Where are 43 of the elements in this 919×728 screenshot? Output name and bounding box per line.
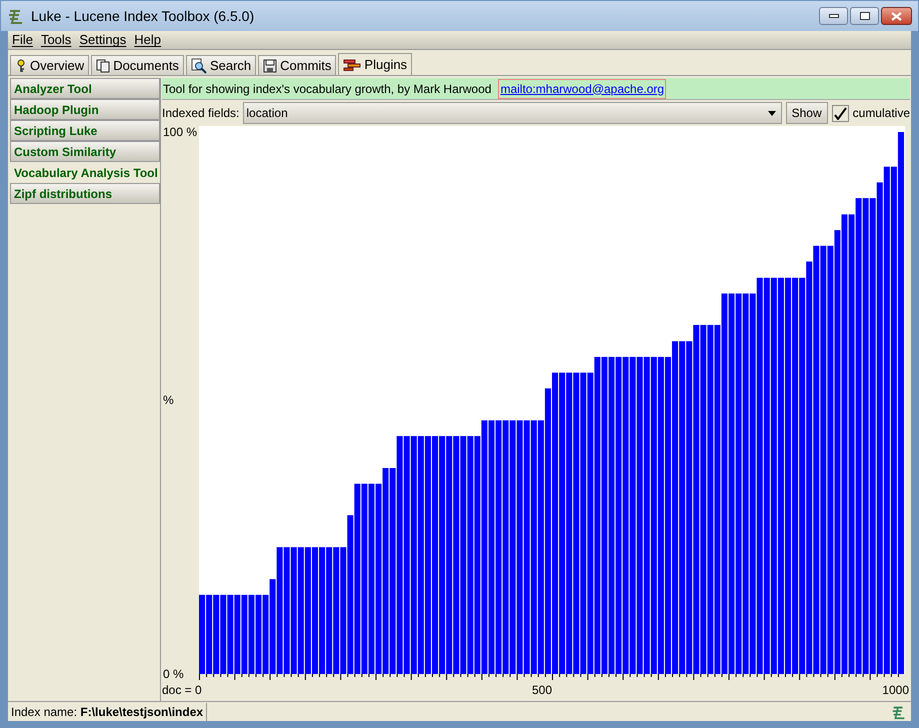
- cumulative-checkbox[interactable]: [832, 104, 849, 122]
- tab[interactable]: Commits: [258, 55, 336, 75]
- checkbox-label: cumulative: [852, 105, 910, 122]
- menu-item[interactable]: File: [12, 30, 33, 50]
- close-icon: [891, 12, 902, 20]
- field-dropdown[interactable]: location: [243, 102, 782, 124]
- luke-logo-icon: [7, 7, 25, 25]
- tab[interactable]: Search: [186, 55, 256, 75]
- x-axis-label: 500: [532, 682, 552, 699]
- plugins-icon: [343, 58, 362, 70]
- sidebar-item[interactable]: Analyzer Tool: [10, 78, 160, 99]
- y-axis-label: 0 %: [163, 668, 184, 680]
- x-axis-label: 1000: [882, 682, 909, 699]
- sidebar-item[interactable]: Hadoop Plugin: [10, 99, 160, 120]
- tab[interactable]: Overview: [10, 55, 90, 75]
- description-text: Tool for showing index's vocabulary growth, by Mark Harwood: [163, 80, 492, 98]
- close-button[interactable]: [881, 7, 912, 25]
- menu-item[interactable]: Settings: [79, 30, 126, 50]
- x-axis-label: doc = 0: [162, 682, 202, 699]
- maximize-icon: [860, 12, 870, 20]
- y-axis-label: 100 %: [163, 126, 198, 138]
- sidebar-item[interactable]: Zipf distributions: [10, 183, 160, 204]
- maximize-button[interactable]: [850, 7, 879, 25]
- index-name-text: Index name: F:\luke\testjson\index: [8, 702, 208, 720]
- y-axis-title: %: [163, 394, 174, 406]
- sidebar-item[interactable]: Scripting Luke: [10, 120, 160, 141]
- sidebar-item[interactable]: Custom Similarity: [10, 141, 160, 162]
- magnifier-icon: [190, 58, 207, 74]
- window-title: Luke - Lucene Index Toolbox (6.5.0): [31, 6, 254, 26]
- dropdown-arrow-icon: [768, 110, 776, 116]
- key-icon: [15, 58, 27, 72]
- documents-icon: [96, 58, 110, 72]
- menu-item[interactable]: Help: [134, 30, 162, 50]
- checkmark-icon: [834, 106, 847, 120]
- show-button[interactable]: Show: [786, 102, 828, 124]
- minimize-button[interactable]: [819, 7, 848, 25]
- field-label: Indexed fields:: [162, 105, 240, 122]
- email-link[interactable]: mailto:mharwood@apache.org: [499, 80, 666, 98]
- luke-logo-icon: [891, 704, 907, 720]
- minimize-icon: [828, 14, 838, 18]
- tab[interactable]: Plugins: [338, 53, 412, 75]
- tab[interactable]: Documents: [91, 55, 184, 75]
- menu-item[interactable]: Tools: [40, 30, 72, 50]
